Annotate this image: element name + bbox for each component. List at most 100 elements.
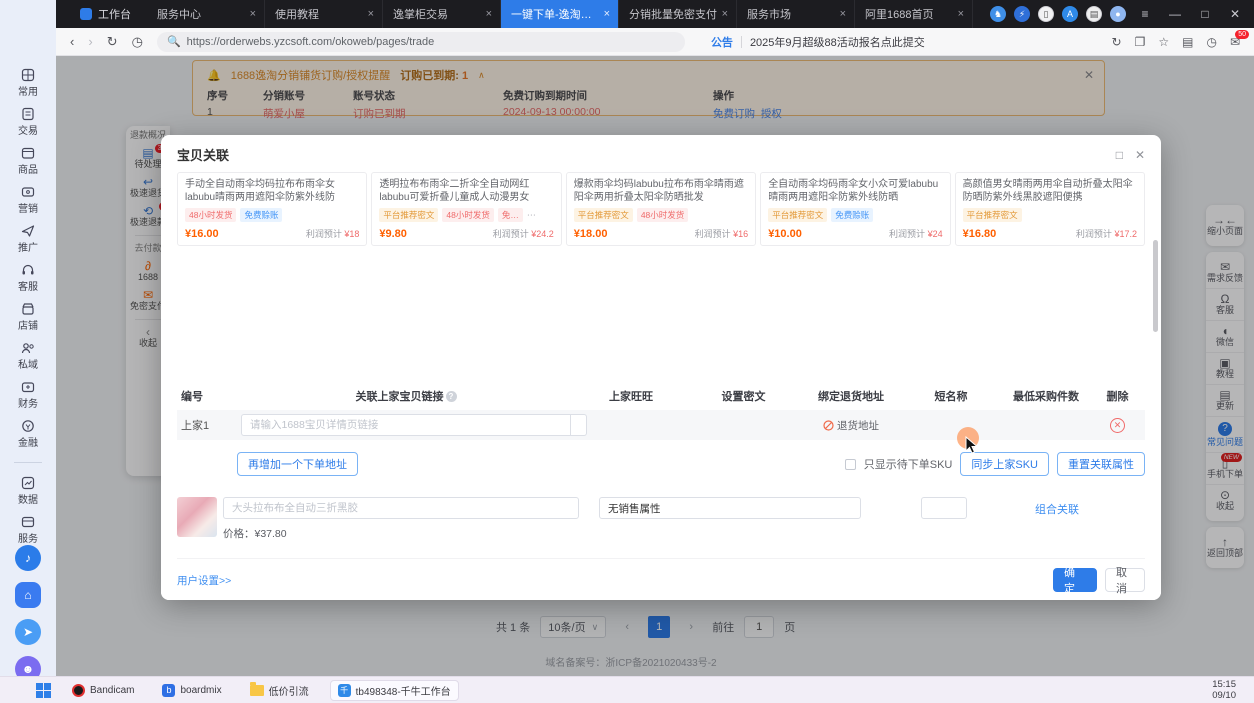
modal-maximize-icon[interactable]: □ <box>1116 148 1123 162</box>
yitao-app-icon[interactable]: ♪ <box>15 545 41 571</box>
taskbar-folder[interactable]: 低价引流 <box>243 681 316 700</box>
tab-workbench[interactable]: 工作台 <box>80 6 131 22</box>
supplier-row: 上家1 退货地址 ✕ <box>177 410 1145 440</box>
tab-close-icon[interactable]: × <box>368 8 374 20</box>
folder-icon <box>250 685 264 696</box>
sidebar-item-trade[interactable]: 交易 <box>18 107 38 137</box>
cancel-button[interactable]: 取 消 <box>1105 568 1145 592</box>
history-icon[interactable]: ◷ <box>132 34 143 50</box>
sidebar-item-common[interactable]: 常用 <box>18 68 38 98</box>
add-address-button[interactable]: 再增加一个下单地址 <box>237 452 358 476</box>
extension-icon[interactable]: ♞ <box>990 6 1006 22</box>
sku-price: 价格：¥37.80 <box>223 526 287 541</box>
qianniu-icon: 千 <box>338 684 351 697</box>
clock-icon[interactable]: ◷ <box>1206 35 1216 49</box>
tab-close-icon[interactable]: × <box>486 8 492 20</box>
tab-batch-pay[interactable]: 分销批量免密支付× <box>619 0 737 28</box>
sidebar-nav: 常用 交易 商品 营销 推广 客服 店铺 私域 财务 金融 数据 服务 <box>14 68 42 545</box>
address-bar[interactable]: 🔍 https://orderwebs.yzcsoft.com/okoweb/p… <box>157 32 685 52</box>
sidebar-item-promotion[interactable]: 推广 <box>18 224 38 254</box>
product-card[interactable]: 透明拉布布雨伞二折伞全自动网红labubu可爱折叠儿童成人动漫男女 平台推荐密文… <box>371 172 561 246</box>
show-pending-sku-label[interactable]: 只显示待下单SKU <box>864 456 953 472</box>
tab-strip: 服务中心× 使用教程× 逸掌柜交易× 一键下单-逸淘软件× 分销批量免密支付× … <box>147 0 973 28</box>
refresh-icon[interactable]: ↻ <box>107 34 118 50</box>
product-card[interactable]: 高颜值男女晴雨两用伞自动折叠太阳伞防晒防紫外线黑胶遮阳便携 平台推荐密文 ¥16… <box>955 172 1145 246</box>
tab-close-icon[interactable]: × <box>604 8 610 20</box>
taskbar-qianniu[interactable]: 千tb498348-千牛工作台 <box>330 680 459 701</box>
combo-association-link[interactable]: 组合关联 <box>1035 501 1079 517</box>
window-minimize-button[interactable]: — <box>1164 7 1186 21</box>
supplier-link-input[interactable] <box>241 414 571 436</box>
tab-service-market[interactable]: 服务市场× <box>737 0 855 28</box>
tab-one-key-order-active[interactable]: 一键下单-逸淘软件× <box>501 0 619 28</box>
sku-attr-input[interactable] <box>599 497 861 519</box>
app-sidebar: 常用 交易 商品 营销 推广 客服 店铺 私域 财务 金融 数据 服务 ♪ ⌂ … <box>0 0 56 676</box>
extension-icon[interactable]: ⚡ <box>1014 6 1030 22</box>
mouse-cursor <box>964 436 980 456</box>
tab-service-center[interactable]: 服务中心× <box>147 0 265 28</box>
taskbar-clock[interactable]: 15:15 09/10 <box>1212 679 1236 701</box>
sidebar-item-goods[interactable]: 商品 <box>18 146 38 176</box>
mail-icon[interactable]: ✉50 <box>1230 35 1240 49</box>
link-addon-button[interactable] <box>571 414 587 436</box>
copy-icon[interactable]: ❐ <box>1135 35 1146 49</box>
sku-min-qty-input[interactable] <box>921 497 967 519</box>
sku-name-input[interactable] <box>223 497 579 519</box>
avatar[interactable]: ● <box>1110 6 1126 22</box>
info-icon[interactable]: ? <box>446 391 457 402</box>
product-card[interactable]: 手动全自动雨伞均码拉布布雨伞女labubu晴雨两用遮阳伞防紫外线防 48小时发货… <box>177 172 367 246</box>
sidebar-item-finance[interactable]: 财务 <box>18 380 38 410</box>
back-icon[interactable]: ‹ <box>70 34 74 49</box>
delete-row-icon[interactable]: ✕ <box>1110 418 1125 433</box>
chrome-right-icons: ♞ ⚡ ▯ A ▤ ● ≡ — □ ✕ <box>990 6 1254 22</box>
send-app-icon[interactable]: ➤ <box>15 619 41 645</box>
tab-label: 工作台 <box>98 6 131 22</box>
product-card[interactable]: 全自动雨伞均码雨伞女小众可爱labubu晴雨两用遮阳伞防紫外线防晒 平台推荐密文… <box>760 172 950 246</box>
taskbar-boardmix[interactable]: bboardmix <box>155 682 228 699</box>
browser-tab-bar: 工作台 服务中心× 使用教程× 逸掌柜交易× 一键下单-逸淘软件× 分销批量免密… <box>56 0 1254 28</box>
headset-icon <box>21 263 35 277</box>
tab-close-icon[interactable]: × <box>250 8 256 20</box>
tab-yizhanggui-trade[interactable]: 逸掌柜交易× <box>383 0 501 28</box>
notes-icon[interactable]: ▤ <box>1086 6 1102 22</box>
taskbar-bandicam[interactable]: Bandicam <box>65 682 141 699</box>
url-bar-actions: ↻ ❐ ☆ ▤ ◷ ✉50 <box>1112 35 1254 49</box>
star-icon[interactable]: ☆ <box>1158 35 1169 49</box>
sidebar-item-service[interactable]: 服务 <box>18 515 38 545</box>
return-address[interactable]: 退货地址 <box>796 418 906 433</box>
modal-close-icon[interactable]: ✕ <box>1135 148 1145 162</box>
sync-icon[interactable]: ↻ <box>1112 35 1122 49</box>
extension-icon[interactable]: A <box>1062 6 1078 22</box>
sidebar-item-marketing[interactable]: 营销 <box>18 185 38 215</box>
page-icon[interactable]: ▤ <box>1182 35 1193 49</box>
tab-close-icon[interactable]: × <box>958 8 964 20</box>
boardmix-icon: b <box>162 684 175 697</box>
announcement[interactable]: 公告 2025年9月超级88活动报名点此提交 <box>711 34 925 50</box>
forward-icon[interactable]: › <box>88 34 92 49</box>
user-settings-link[interactable]: 用户设置>> <box>177 573 231 588</box>
window-close-button[interactable]: ✕ <box>1224 7 1246 21</box>
tab-close-icon[interactable]: × <box>840 8 846 20</box>
tab-1688-home[interactable]: 阿里1688首页× <box>855 0 973 28</box>
confirm-button[interactable]: 确 定 <box>1053 568 1097 592</box>
window-maximize-button[interactable]: □ <box>1194 7 1216 21</box>
reset-association-button[interactable]: 重置关联属性 <box>1057 452 1145 476</box>
phone-icon[interactable]: ▯ <box>1038 6 1054 22</box>
menu-icon[interactable]: ≡ <box>1134 7 1156 21</box>
screen: 工作台 服务中心× 使用教程× 逸掌柜交易× 一键下单-逸淘软件× 分销批量免密… <box>0 0 1254 703</box>
sidebar-item-private-domain[interactable]: 私域 <box>18 341 38 371</box>
sidebar-item-data[interactable]: 数据 <box>18 476 38 506</box>
sidebar-item-banking[interactable]: 金融 <box>18 419 38 449</box>
modal-scrollbar[interactable] <box>1153 240 1158 332</box>
url-text: https://orderwebs.yzcsoft.com/okoweb/pag… <box>187 36 435 48</box>
windows-start-button[interactable] <box>36 683 51 698</box>
sku-row: 价格：¥37.80 组合关联 <box>177 490 1145 544</box>
sidebar-item-customer-service[interactable]: 客服 <box>18 263 38 293</box>
bag-app-icon[interactable]: ⌂ <box>15 582 41 608</box>
sidebar-item-shop[interactable]: 店铺 <box>18 302 38 332</box>
tab-tutorial[interactable]: 使用教程× <box>265 0 383 28</box>
tab-close-icon[interactable]: × <box>722 8 728 20</box>
show-pending-sku-checkbox[interactable] <box>845 459 856 470</box>
product-card[interactable]: 爆款雨伞均码labubu拉布布雨伞晴雨遮阳伞两用折叠太阳伞防晒批发 平台推荐密文… <box>566 172 756 246</box>
modal-actions-row: 再增加一个下单地址 只显示待下单SKU 同步上家SKU 重置关联属性 <box>177 452 1145 476</box>
